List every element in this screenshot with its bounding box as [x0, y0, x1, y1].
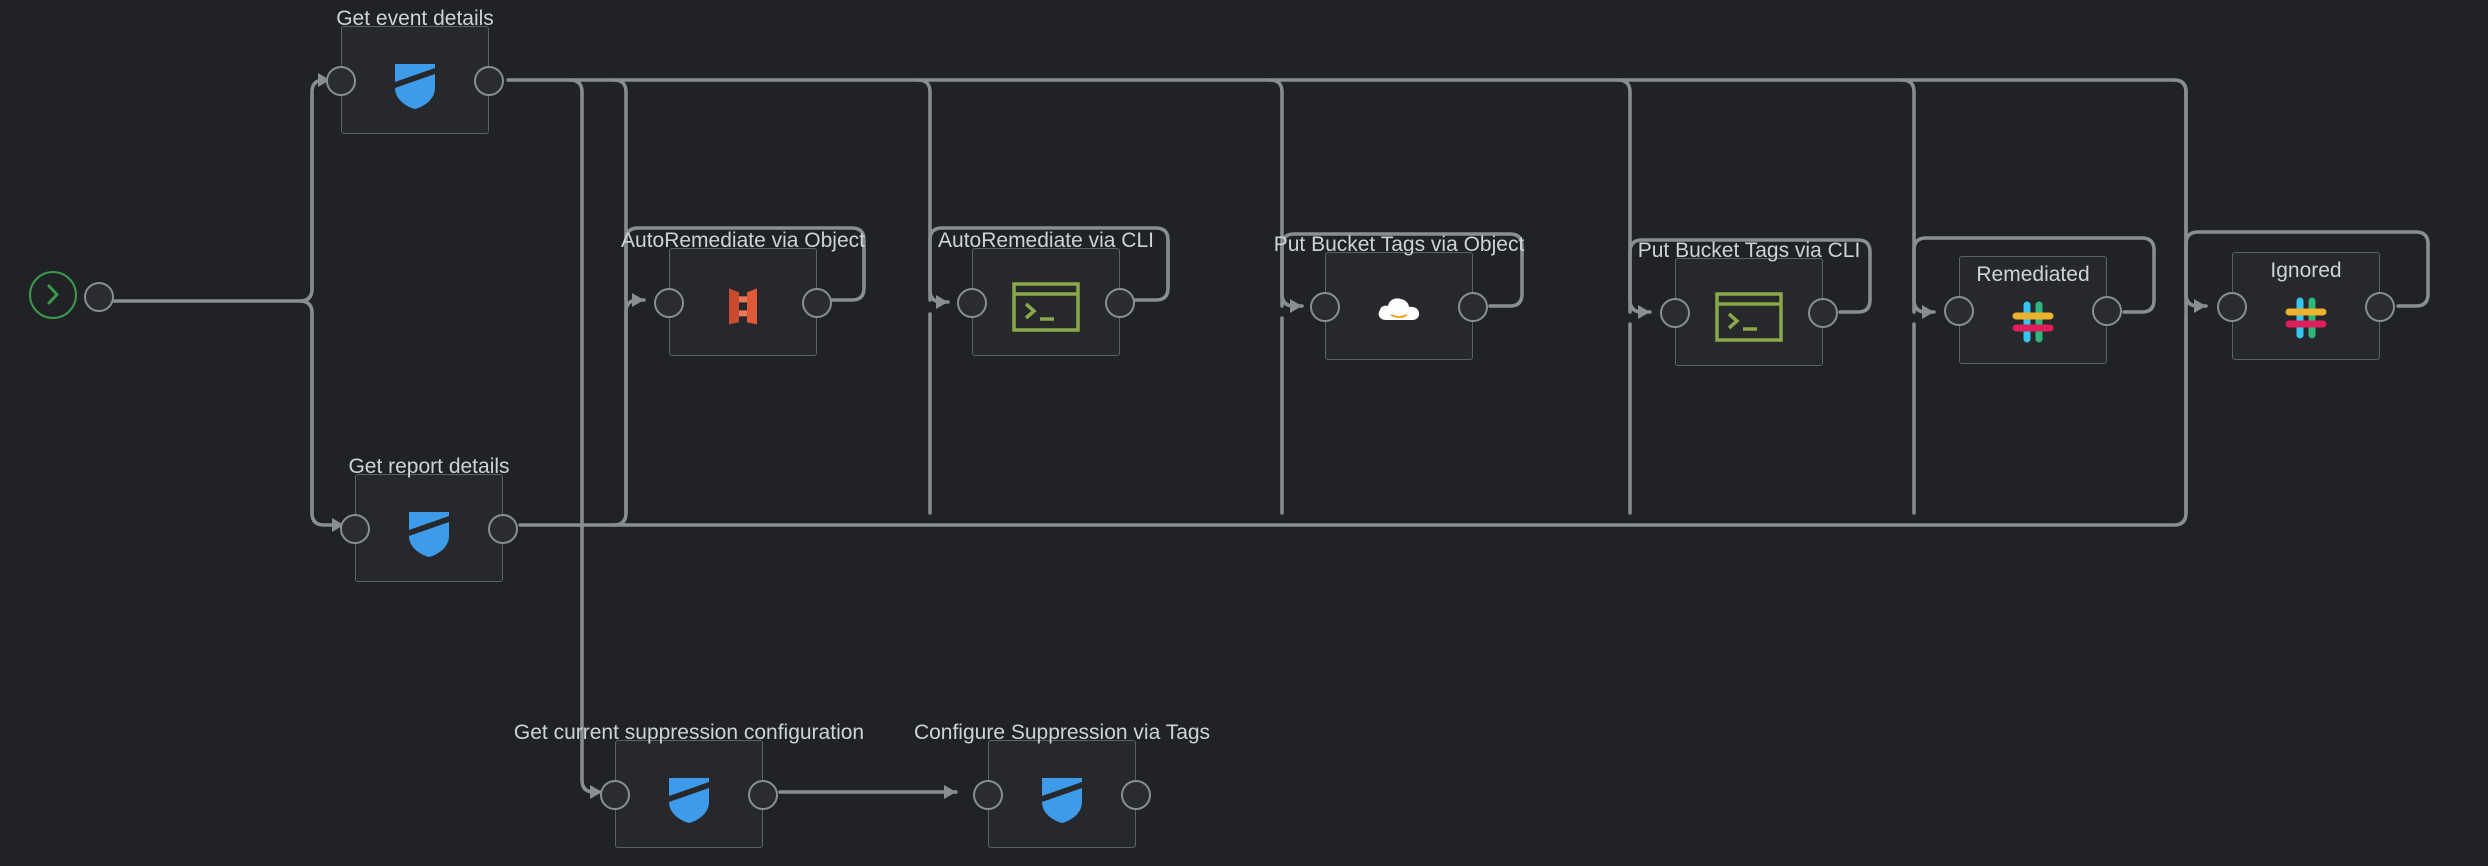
slack-icon — [2012, 301, 2054, 343]
node-label: Get current suppression configuration — [513, 721, 865, 744]
start-node[interactable] — [29, 271, 77, 319]
node-label: Get report details — [348, 455, 510, 478]
shield-icon — [409, 512, 449, 557]
input-port[interactable] — [600, 780, 630, 810]
output-port[interactable] — [1458, 292, 1488, 322]
start-output-port[interactable] — [84, 282, 114, 312]
shield-icon — [669, 778, 709, 823]
input-port[interactable] — [973, 780, 1003, 810]
node-get-report-details[interactable]: Get report details — [340, 455, 518, 582]
input-port[interactable] — [654, 288, 684, 318]
output-port[interactable] — [488, 514, 518, 544]
input-port[interactable] — [2217, 292, 2247, 322]
node-configure-suppression[interactable]: Configure Suppression via Tags — [914, 721, 1210, 848]
node-get-event-details[interactable]: Get event details — [326, 7, 504, 134]
output-port[interactable] — [1808, 298, 1838, 328]
shield-icon — [1042, 778, 1082, 823]
node-label: AutoRemediate via Object — [621, 229, 865, 252]
input-port[interactable] — [340, 514, 370, 544]
node-autoremediate-object[interactable]: AutoRemediate via Object — [621, 229, 865, 356]
node-label: Remediated — [1976, 263, 2090, 286]
shield-icon — [395, 64, 435, 109]
aws-cloud-icon — [1378, 298, 1420, 320]
output-port[interactable] — [474, 66, 504, 96]
node-put-bucket-tags-cli[interactable]: Put Bucket Tags via CLI — [1638, 239, 1860, 366]
input-port[interactable] — [1660, 298, 1690, 328]
node-get-suppression-config[interactable]: Get current suppression configuration — [514, 721, 864, 848]
node-label: Get event details — [336, 7, 494, 30]
input-port[interactable] — [1310, 292, 1340, 322]
terminal-icon — [1012, 282, 1080, 332]
node-autoremediate-cli[interactable]: AutoRemediate via CLI — [938, 229, 1154, 356]
output-port[interactable] — [2365, 292, 2395, 322]
node-label: Put Bucket Tags via Object — [1273, 233, 1525, 256]
chevron-right-icon — [47, 284, 59, 305]
node-label: Configure Suppression via Tags — [913, 721, 1211, 744]
node-remediated[interactable]: Remediated — [1944, 256, 2122, 364]
input-port[interactable] — [326, 66, 356, 96]
input-port[interactable] — [957, 288, 987, 318]
node-label: Ignored — [2270, 259, 2342, 282]
output-port[interactable] — [1121, 780, 1151, 810]
input-port[interactable] — [1944, 296, 1974, 326]
output-port[interactable] — [802, 288, 832, 318]
node-label: Put Bucket Tags via CLI — [1637, 239, 1861, 262]
output-port[interactable] — [1105, 288, 1135, 318]
slack-icon — [2285, 297, 2327, 339]
output-port[interactable] — [748, 780, 778, 810]
aws-lambda-icon — [729, 288, 757, 325]
output-port[interactable] — [2092, 296, 2122, 326]
node-label: AutoRemediate via CLI — [938, 229, 1154, 252]
node-ignored[interactable]: Ignored — [2217, 252, 2395, 360]
terminal-icon — [1715, 292, 1783, 342]
node-put-bucket-tags-object[interactable]: Put Bucket Tags via Object — [1274, 233, 1524, 360]
